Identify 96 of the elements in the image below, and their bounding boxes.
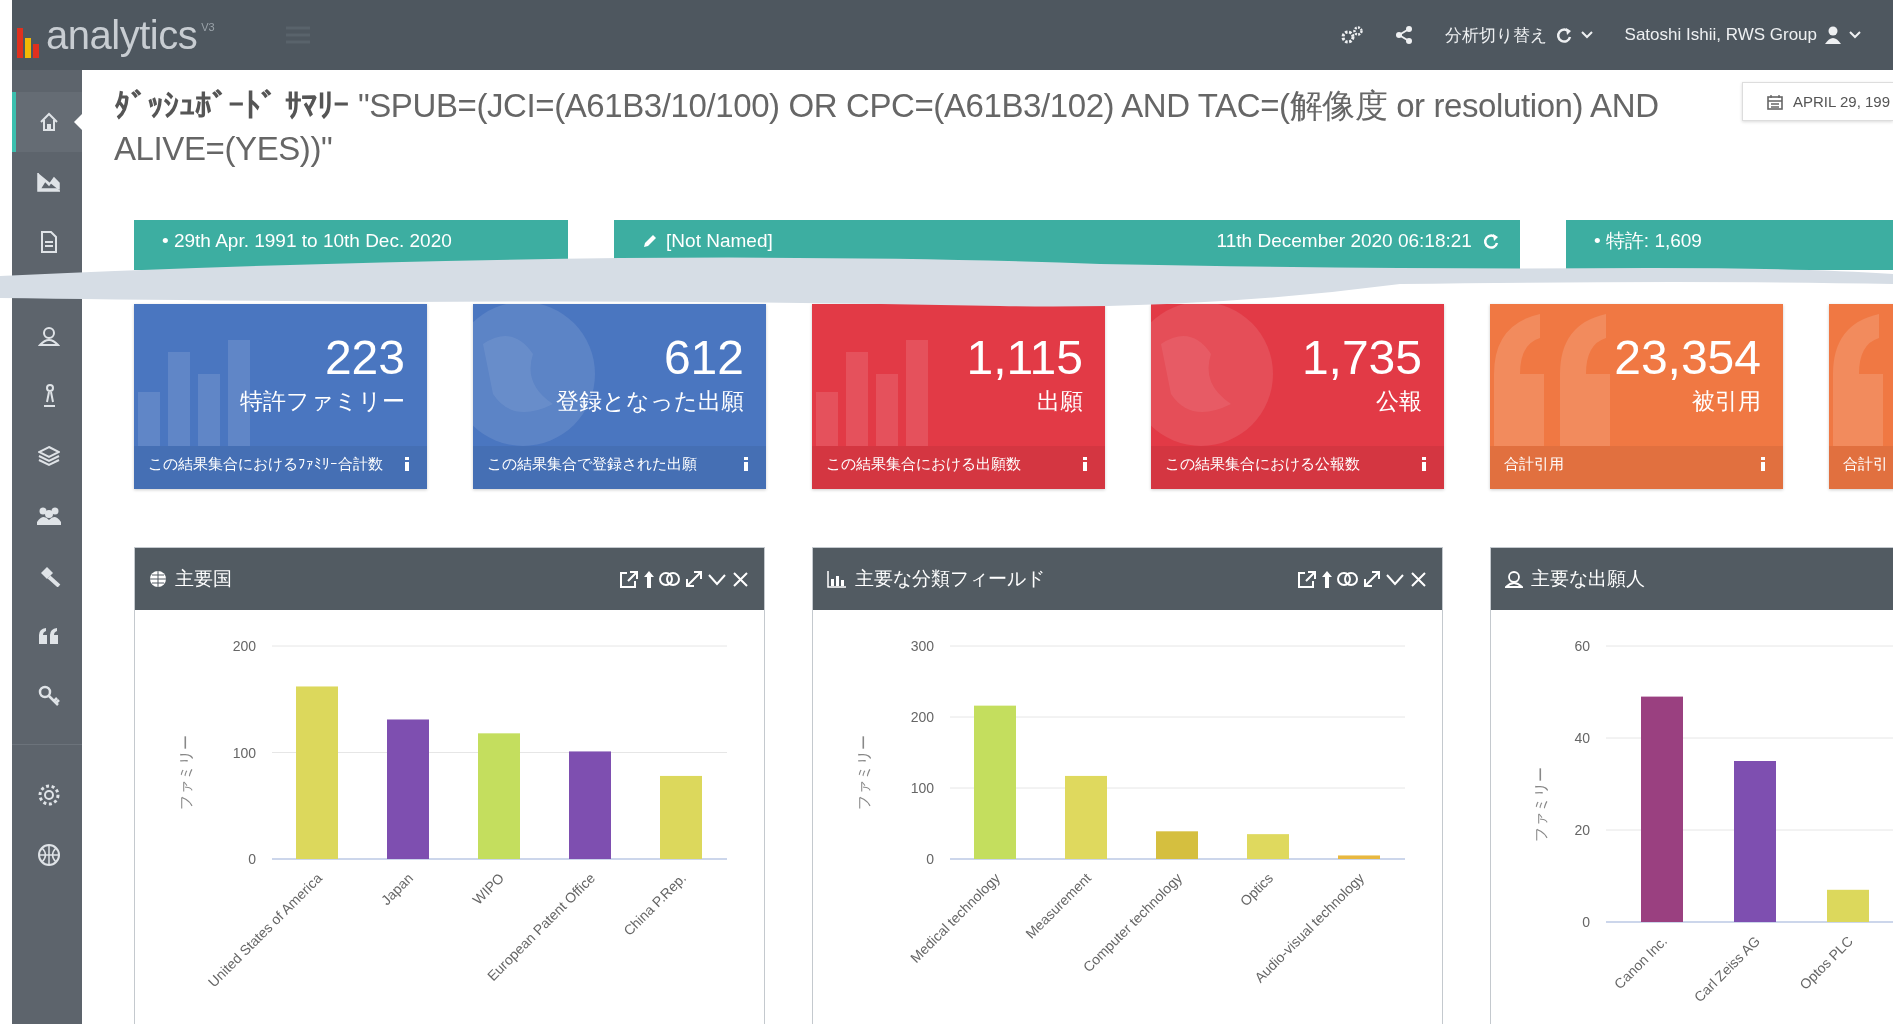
panel-title: 主要国 — [175, 567, 232, 591]
timestamp-text: 11th December 2020 06:18:21 — [1216, 230, 1472, 252]
stat-label: 被引用 — [1692, 387, 1761, 416]
stat-value: 23,354 — [1614, 332, 1761, 384]
info-text: • 特許: 1,609 — [1593, 229, 1702, 253]
caret-icon — [1580, 31, 1593, 39]
refresh-icon[interactable] — [1481, 232, 1500, 250]
external-link-button[interactable] — [619, 569, 639, 589]
share-icon — [1394, 26, 1413, 44]
sidebar-item[interactable] — [12, 92, 82, 152]
gears-icon — [1340, 26, 1363, 44]
bar — [1827, 889, 1869, 922]
bar — [1247, 834, 1289, 859]
axis-tick-label: 300 — [910, 638, 934, 654]
stat-value: 223 — [324, 332, 405, 384]
axis-tick-label: 0 — [926, 851, 934, 867]
user-icon — [1825, 26, 1841, 44]
axis-title: ファミリー — [1532, 766, 1549, 842]
area-chart-icon — [37, 172, 61, 192]
stat-label: 出願 — [1037, 387, 1083, 416]
axis-title: ファミリー — [855, 735, 872, 810]
refresh-icon — [1554, 26, 1573, 44]
expand-icon — [1363, 569, 1381, 589]
axis-tick-label: 200 — [910, 709, 934, 725]
stat-value: 1,115 — [966, 332, 1083, 384]
expand-button[interactable] — [685, 569, 703, 589]
stat-description: 合計引用 — [1504, 454, 1565, 474]
page-title: ﾀﾞｯｼｭﾎﾞｰﾄﾞ ｻﾏﾘｰ "SPUB=(JCI=(A61B3/10/100) OR CPC=(A61B3/102) AND TAC=(解像度 or resolution) AND ALIVE=(YES))" — [114, 86, 1660, 169]
pencil-icon — [642, 233, 659, 249]
quote-icon — [38, 627, 60, 645]
version-label: V3 — [201, 20, 215, 33]
close-icon — [731, 569, 750, 589]
axis-tick-label: 60 — [1574, 638, 1590, 654]
toggle-icon — [1337, 569, 1359, 589]
date-button[interactable]: APRIL 29, 199 — [1742, 82, 1893, 121]
info-icon[interactable] — [1420, 457, 1428, 471]
figure-icon — [41, 384, 57, 408]
stat-value: 612 — [663, 332, 744, 384]
external-link-icon — [1297, 569, 1317, 589]
external-link-button[interactable] — [1297, 569, 1317, 589]
globe-icon — [149, 570, 167, 588]
user-icon — [38, 325, 60, 347]
bar-chart-icon — [827, 570, 847, 588]
layers-icon — [38, 445, 60, 467]
close-icon — [1409, 569, 1428, 589]
upload-button[interactable] — [643, 569, 655, 589]
calendar-icon — [1767, 93, 1783, 110]
user-icon — [1505, 570, 1523, 588]
expand-icon — [685, 569, 703, 589]
axis-tick-label: 200 — [232, 638, 256, 654]
bar — [1338, 855, 1380, 859]
caret-icon — [1849, 31, 1861, 39]
stat-label: 公報 — [1376, 387, 1422, 416]
info-text: • 29th Apr. 1991 to 10th Dec. 2020 — [162, 230, 452, 252]
key-icon — [38, 685, 60, 707]
upload-button[interactable] — [1321, 569, 1333, 589]
home-icon — [38, 111, 60, 133]
expand-button[interactable] — [1363, 569, 1381, 589]
upload-icon — [1321, 569, 1333, 589]
document-icon — [40, 231, 58, 253]
toggle-button[interactable] — [659, 569, 681, 589]
info-icon[interactable] — [742, 457, 750, 471]
upload-icon — [643, 569, 655, 589]
stat-description: この結果集合における公報数 — [1165, 454, 1361, 474]
group-icon — [36, 506, 62, 526]
toggle-button[interactable] — [1337, 569, 1359, 589]
stat-label: 特許ファミリー — [240, 387, 405, 416]
panel-title: 主要な分類フィールド — [855, 567, 1045, 591]
axis-tick-label: 20 — [1574, 822, 1590, 838]
bar — [1156, 831, 1198, 859]
ball-icon — [37, 843, 61, 867]
info-icon[interactable] — [1081, 457, 1089, 471]
info-icon[interactable] — [1759, 457, 1767, 471]
toggle-icon — [659, 569, 681, 589]
external-link-icon — [619, 569, 639, 589]
info-text: [Not Named] — [666, 230, 773, 252]
stat-description: この結果集合における出願数 — [826, 454, 1022, 474]
stat-description: この結果集合におけるﾌｧﾐﾘｰ合計数 — [148, 454, 384, 474]
axis-tick-label: 0 — [248, 851, 256, 867]
settings-icon — [37, 783, 61, 807]
stat-label: 登録となった出願 — [556, 387, 744, 416]
close-button[interactable] — [1409, 569, 1428, 589]
axis-title: ファミリー — [177, 735, 194, 810]
axis-tick-label: 100 — [910, 780, 934, 796]
axis-tick-label: 40 — [1574, 730, 1590, 746]
user-menu-button[interactable]: Satoshi Ishii, RWS Group — [1620, 21, 1865, 49]
stat-value: 1,735 — [1301, 332, 1422, 384]
logo-text: analytics — [46, 12, 198, 58]
axis-tick-label: 0 — [1582, 914, 1590, 930]
axis-tick-label: 100 — [232, 744, 256, 761]
analysis-switch-button[interactable]: 分析切り替え — [1440, 19, 1597, 51]
info-icon[interactable] — [403, 457, 411, 471]
stat-description: 合計引 — [1843, 454, 1889, 474]
panel-title: 主要な出願人 — [1531, 567, 1645, 591]
stat-description: この結果集合で登録された出願 — [487, 454, 698, 474]
close-button[interactable] — [731, 569, 750, 589]
